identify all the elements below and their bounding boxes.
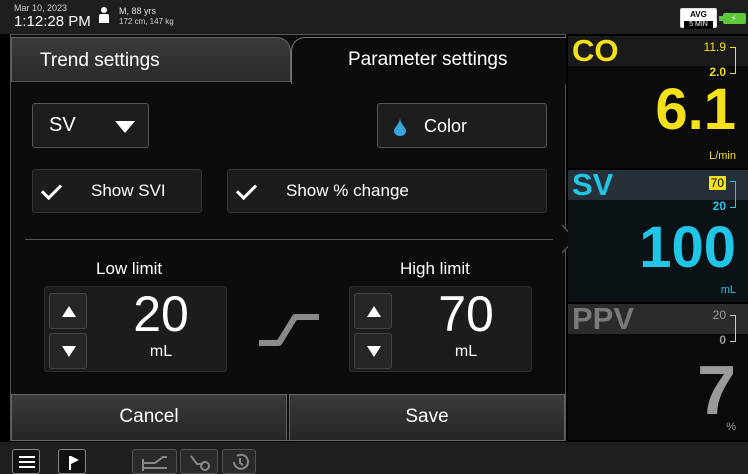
low-limit-increase-button[interactable] [49,293,87,329]
target-range-bracket [730,315,736,342]
high-limit-increase-button[interactable] [354,293,392,329]
avg-label: AVG [690,10,707,19]
high-limit-title: High limit [400,259,470,278]
ppv-target-high: 20 [712,308,726,322]
sv-unit: mL [720,284,736,296]
save-button-label: Save [405,406,449,427]
bottom-navigation-bar [0,442,748,474]
sv-target-low: 20 [712,199,726,213]
sv-target-high: 70 [708,176,726,190]
low-limit-value[interactable]: 20 [101,285,221,343]
low-limit-decrease-button[interactable] [49,333,87,369]
range-step-icon [259,314,319,346]
patient-body-size: 172 cm, 147 kg [119,17,174,26]
sv-parameter-tile[interactable]: SV 70 20 100 mL [568,167,748,302]
color-button-label: Color [424,116,468,136]
clinical-tools-icon[interactable] [180,449,218,474]
save-button[interactable]: Save [289,394,565,441]
ppv-unit: % [726,421,736,433]
color-button[interactable]: Color [377,103,547,148]
time-text: 1:12:28 PM [14,13,91,30]
high-limit-stepper: 70 mL [349,286,532,372]
arrow-down-icon [367,346,381,357]
co-value: 6.1 [655,77,736,142]
show-svi-label: Show SVI [91,181,166,200]
target-range-bracket [730,47,736,74]
trend-chart-icon[interactable] [132,449,177,474]
chevron-down-icon [115,121,135,133]
cancel-button-label: Cancel [119,406,179,427]
parameter-dropdown[interactable]: SV [32,103,149,148]
show-svi-checkbox[interactable]: Show SVI [32,169,202,213]
date-text: Mar 10, 2023 [14,3,68,13]
low-limit-stepper: 20 mL [44,286,227,372]
parameter-dropdown-value: SV [49,114,76,136]
target-range-bracket [730,181,736,208]
ppv-value: 7 [697,351,736,429]
ppv-target-low: 0 [719,333,726,347]
menu-icon[interactable] [12,449,40,474]
co-unit: L/min [709,150,736,162]
low-limit-title: Low limit [96,259,163,278]
status-bar: Mar 10, 2023 1:12:28 PM M, 88 yrs 172 cm… [0,0,748,34]
co-target-high: 11.9 [703,40,726,54]
sv-name: SV [572,167,614,202]
tab-parameter-settings-label: Parameter settings [348,49,508,70]
high-limit-unit: mL [454,343,478,360]
ppv-name: PPV [572,301,635,336]
arrow-down-icon [62,346,76,357]
co-parameter-tile[interactable]: CO 11.9 2.0 6.1 L/min [568,33,748,168]
high-limit-decrease-button[interactable] [354,333,392,369]
tab-trend-settings-label: Trend settings [40,50,160,71]
checkbox-box[interactable] [228,170,272,214]
high-limit-value[interactable]: 70 [406,285,526,343]
checkmark-icon [40,178,63,201]
show-pct-change-label: Show % change [286,181,409,200]
battery-icon: ⚡ [723,13,746,24]
flag-icon[interactable] [58,449,86,474]
sv-value: 100 [639,215,736,280]
arrow-up-icon [367,306,381,317]
ppv-parameter-tile[interactable]: PPV 20 0 7 % [568,301,748,440]
low-limit-unit: mL [149,343,173,360]
patient-demographics: M, 88 yrs [119,6,157,16]
co-name: CO [572,33,619,68]
tab-trend-settings[interactable]: Trend settings [11,37,291,82]
checkbox-box[interactable] [33,170,77,214]
divider [25,239,553,240]
tab-parameter-settings[interactable]: Parameter settings [291,37,566,84]
history-icon[interactable] [222,449,256,474]
water-drop-icon [394,118,406,136]
show-pct-change-checkbox[interactable]: Show % change [227,169,547,213]
avg-interval: 5 MIN [684,21,713,29]
cancel-button[interactable]: Cancel [11,394,287,441]
arrow-up-icon [62,306,76,317]
checkmark-icon [235,178,258,201]
settings-panel: Trend settings Parameter settings SV Col… [10,34,566,441]
person-icon [99,7,109,23]
averaging-time-badge[interactable]: AVG 5 MIN [680,8,717,29]
